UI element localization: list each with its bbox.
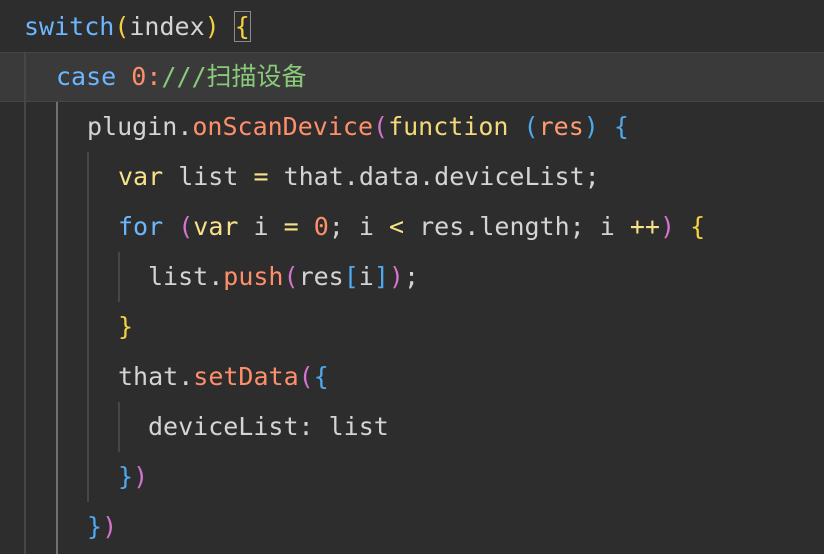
function-token: push	[223, 262, 284, 291]
property-token: data	[358, 162, 420, 191]
identifier-token: list	[328, 412, 389, 441]
code-line[interactable]: that.setData({	[0, 352, 824, 402]
bracket-token: )	[659, 212, 676, 241]
bracket-token: (	[373, 112, 389, 141]
bracket-token: {	[613, 112, 629, 141]
bracket-token: {	[313, 362, 329, 391]
bracket-token: }	[87, 512, 103, 541]
operator-token: =	[253, 162, 269, 191]
punctuation-token: .	[419, 162, 435, 191]
identifier-token: i	[238, 212, 284, 241]
punctuation-token: .	[464, 212, 480, 241]
bracket-token: )	[133, 462, 149, 491]
bracket-token: )	[204, 12, 220, 41]
bracket-token: (	[114, 12, 130, 41]
identifier-token: that	[118, 362, 179, 391]
identifier-token: index	[129, 12, 205, 41]
number-token: 0	[131, 62, 147, 91]
keyword-token: function	[388, 112, 509, 141]
identifier-token: list	[148, 262, 209, 291]
bracket-token: )	[102, 512, 118, 541]
keyword-token: switch	[24, 12, 115, 41]
bracket-token: (	[283, 262, 299, 291]
code-line[interactable]: plugin.onScanDevice(function (res) {	[0, 102, 824, 152]
punctuation-token: .	[208, 262, 224, 291]
comment-token: ///扫描设备	[161, 62, 307, 91]
identifier-token: plugin	[87, 112, 178, 141]
bracket-token: (	[523, 112, 539, 141]
identifier-token: res	[298, 262, 344, 291]
code-line[interactable]: var list = that.data.deviceList;	[0, 152, 824, 202]
punctuation-token: .	[177, 112, 193, 141]
code-line[interactable]: deviceList: list	[0, 402, 824, 452]
identifier-token: i	[358, 262, 374, 291]
matched-bracket-token: {	[233, 11, 251, 42]
identifier-token: list	[163, 162, 254, 191]
punctuation-token: ;	[403, 262, 420, 291]
code-line[interactable]: list.push(res[i]);	[0, 252, 824, 302]
number-token: 0	[313, 212, 329, 241]
bracket-token: {	[690, 212, 706, 241]
property-token: deviceList	[434, 162, 585, 191]
bracket-token: }	[118, 462, 134, 491]
identifier-token: that	[268, 162, 344, 191]
code-line-current[interactable]: case 0:///扫描设备	[0, 52, 824, 102]
code-line[interactable]: }	[0, 302, 824, 352]
bracket-token: )	[388, 262, 404, 291]
bracket-token: (	[298, 362, 314, 391]
operator-token: ++	[629, 212, 660, 241]
parameter-token: res	[538, 112, 584, 141]
punctuation-token: .	[343, 162, 359, 191]
code-line[interactable]: for (var i = 0; i < res.length; i ++) {	[0, 202, 824, 252]
punctuation-token: :	[146, 62, 162, 91]
identifier-token: ; i	[569, 212, 630, 241]
operator-token: <	[389, 212, 405, 241]
operator-token: =	[283, 212, 299, 241]
keyword-token: for	[118, 212, 164, 241]
bracket-token: [	[343, 262, 359, 291]
function-token: setData	[193, 362, 299, 391]
bracket-token: ]	[373, 262, 389, 291]
function-token: onScanDevice	[192, 112, 373, 141]
punctuation-token: .	[178, 362, 194, 391]
code-line[interactable]: })	[0, 502, 824, 552]
property-token: length	[479, 212, 570, 241]
keyword-token: var	[193, 212, 239, 241]
bracket-token: )	[583, 112, 599, 141]
identifier-token: res	[404, 212, 465, 241]
punctuation-token: ;	[584, 162, 600, 191]
code-line[interactable]: })	[0, 452, 824, 502]
code-line[interactable]: switch(index) {	[0, 2, 824, 52]
keyword-token: case	[56, 62, 117, 91]
identifier-token: ; i	[328, 212, 389, 241]
property-token: deviceList	[148, 412, 299, 441]
code-editor[interactable]: switch(index) { case 0:///扫描设备 plugin.on…	[0, 0, 824, 554]
punctuation-token: :	[298, 412, 329, 441]
keyword-token: var	[118, 162, 164, 191]
bracket-token: (	[178, 212, 194, 241]
bracket-token: }	[118, 312, 134, 341]
